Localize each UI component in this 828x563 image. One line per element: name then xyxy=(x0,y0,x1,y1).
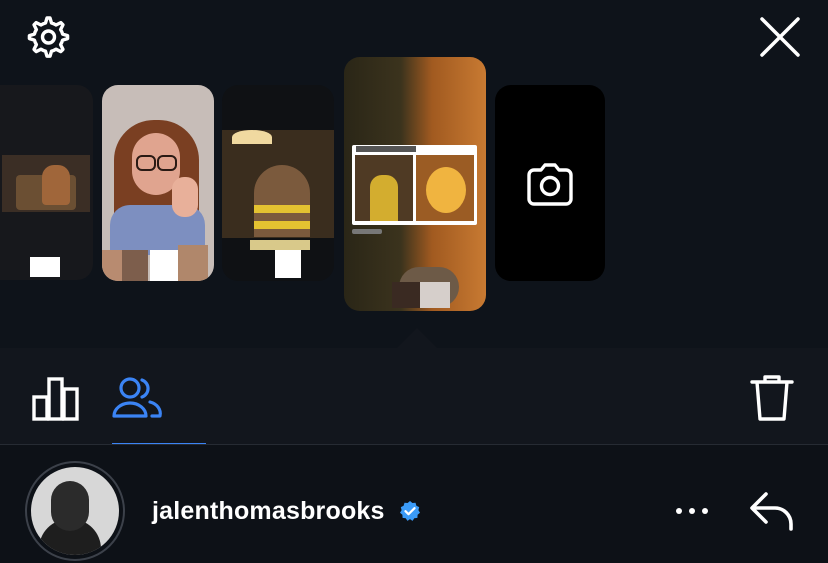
reply-arrow-icon[interactable] xyxy=(748,488,796,532)
more-dots-icon[interactable] xyxy=(672,500,712,522)
thumbnail-image-hand xyxy=(172,177,198,217)
thumbnail-image-badge xyxy=(250,240,310,250)
thumbnail-image-glasses xyxy=(136,155,156,171)
avatar-image-head xyxy=(51,481,89,531)
verified-badge-icon xyxy=(400,501,420,521)
people-icon[interactable] xyxy=(108,372,164,424)
pixelated-avatar xyxy=(178,245,208,281)
thumbnail-image-stripe xyxy=(254,221,310,229)
viewer-username[interactable]: jalenthomasbrooks xyxy=(152,497,385,526)
thumbnail-image-glasses xyxy=(157,155,177,171)
meme-card xyxy=(352,145,477,225)
thumbnail-image-stripe xyxy=(254,205,310,213)
bar-chart-icon[interactable] xyxy=(30,375,82,423)
meme-handle xyxy=(352,229,382,234)
meme-caption xyxy=(356,146,416,152)
pixelated-avatar xyxy=(122,250,148,281)
pixelated-avatar xyxy=(392,282,420,308)
thumbnail-image-figure xyxy=(42,165,70,205)
meme-figure-right xyxy=(426,167,466,213)
story-thumbnail-1[interactable] xyxy=(0,85,93,280)
pixelated-avatar xyxy=(275,250,301,278)
thumbnail-image-lamp xyxy=(232,130,272,144)
pixelated-avatar xyxy=(150,250,180,281)
pixelated-avatar xyxy=(30,257,60,277)
selection-pointer xyxy=(397,328,437,348)
pixelated-avatar xyxy=(420,282,450,308)
meme-figure-left xyxy=(370,175,398,221)
story-thumbnails xyxy=(0,55,828,315)
story-thumbnail-4-selected[interactable] xyxy=(344,57,486,311)
trash-icon[interactable] xyxy=(746,372,798,424)
story-thumbnail-2[interactable] xyxy=(102,85,214,281)
camera-icon[interactable] xyxy=(523,158,577,212)
story-thumbnail-3[interactable] xyxy=(222,85,334,281)
avatar[interactable] xyxy=(31,467,119,555)
